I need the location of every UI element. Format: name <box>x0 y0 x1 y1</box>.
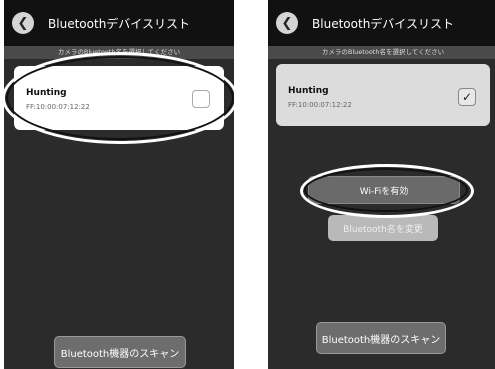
device-list-item[interactable]: Hunting FF:10:00:07:12:22 <box>14 66 224 130</box>
page-title: Bluetoothデバイスリスト <box>48 17 190 31</box>
device-name: Hunting <box>26 88 67 98</box>
scan-bluetooth-button[interactable]: Bluetooth機器のスキャン <box>316 322 446 354</box>
scan-bluetooth-button[interactable]: Bluetooth機器のスキャン <box>54 336 186 368</box>
instruction-bar: カメラのBluetooth名を選択してください <box>4 46 234 59</box>
screen-right: ❮ Bluetoothデバイスリスト カメラのBluetooth名を選択してくだ… <box>268 0 495 369</box>
screen-left: ❮ Bluetoothデバイスリスト カメラのBluetooth名を選択してくだ… <box>4 0 234 369</box>
enable-wifi-button[interactable]: Wi-Fiを有効 <box>308 176 460 204</box>
title-bar: ❮ Bluetoothデバイスリスト <box>4 0 234 46</box>
device-list-item-selected[interactable]: Hunting FF:10:00:07:12:22 ✓ <box>276 64 490 126</box>
title-bar: ❮ Bluetoothデバイスリスト <box>268 0 495 46</box>
instruction-bar: カメラのBluetooth名を選択してください <box>268 46 495 59</box>
device-mac-address: FF:10:00:07:12:22 <box>26 103 90 111</box>
device-mac-address: FF:10:00:07:12:22 <box>288 101 352 109</box>
check-mark-icon: ✓ <box>461 90 473 104</box>
rename-bluetooth-button[interactable]: Bluetooth名を変更 <box>328 215 438 241</box>
page-title: Bluetoothデバイスリスト <box>312 17 454 31</box>
device-name: Hunting <box>288 86 329 96</box>
checkbox-icon[interactable] <box>192 90 210 108</box>
checkbox-checked-icon[interactable]: ✓ <box>458 88 476 106</box>
